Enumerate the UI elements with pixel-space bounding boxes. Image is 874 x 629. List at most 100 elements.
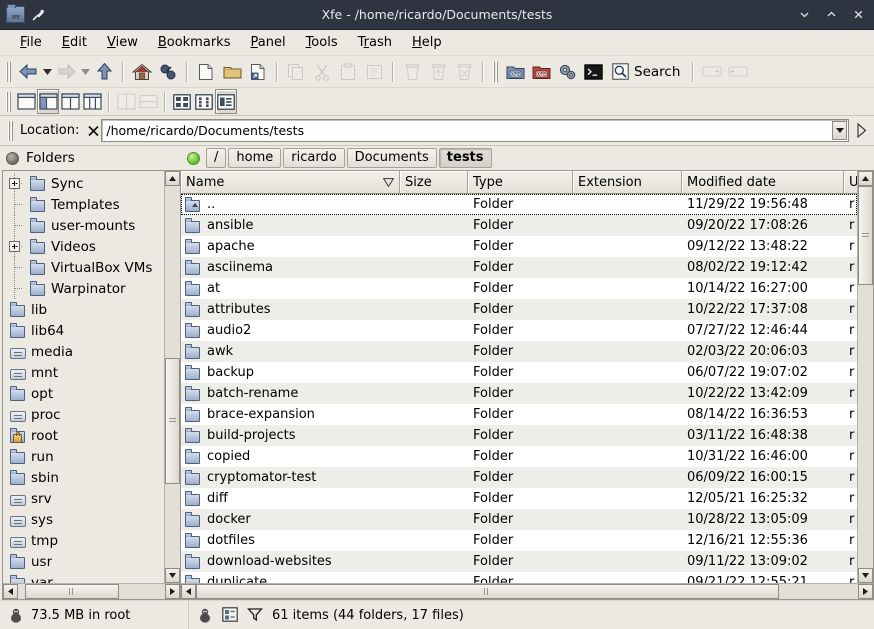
- new-window-button[interactable]: XFE: [502, 59, 528, 84]
- table-row[interactable]: .. Folder 11/29/22 19:56:48 r: [181, 194, 857, 215]
- table-row[interactable]: attributes Folder 10/22/22 17:37:08 r: [181, 299, 857, 320]
- delete-to-trash-button[interactable]: [399, 59, 425, 84]
- small-icons-view-button[interactable]: [193, 89, 215, 114]
- restore-from-trash-button[interactable]: [425, 59, 451, 84]
- list-scroll-thumb[interactable]: [858, 186, 873, 286]
- forward-history-button[interactable]: [79, 59, 91, 84]
- table-row[interactable]: dotfiles Folder 12/16/21 12:55:36 r: [181, 530, 857, 551]
- panel-toolbar-grip[interactable]: [5, 91, 12, 112]
- tree-item-run[interactable]: run: [3, 446, 164, 467]
- tree-hscroll-right-button[interactable]: [165, 584, 180, 599]
- table-row[interactable]: at Folder 10/14/22 16:27:00 r: [181, 278, 857, 299]
- tree-item-srv[interactable]: srv: [3, 488, 164, 509]
- tree-item-root[interactable]: root: [3, 425, 164, 446]
- tree-hscroll-thumb[interactable]: [25, 584, 120, 599]
- tree-item-media[interactable]: media: [3, 341, 164, 362]
- table-row[interactable]: cryptomator-test Folder 06/09/22 16:00:15 r: [181, 467, 857, 488]
- menu-file[interactable]: File: [10, 32, 52, 53]
- table-row[interactable]: apache Folder 09/12/22 13:48:22 r: [181, 236, 857, 257]
- tree-item-sbin[interactable]: sbin: [3, 467, 164, 488]
- mount-button[interactable]: [699, 59, 725, 84]
- tree-and-two-panels-button[interactable]: [81, 89, 103, 114]
- location-input[interactable]: [102, 122, 832, 139]
- list-scroll-down-button[interactable]: [858, 568, 873, 583]
- tree-item-mnt[interactable]: mnt: [3, 362, 164, 383]
- tree-scroll-up-button[interactable]: [165, 171, 180, 186]
- expand-plus-icon[interactable]: [9, 178, 20, 189]
- new-folder-button[interactable]: [219, 59, 245, 84]
- clear-x-icon[interactable]: [85, 121, 101, 141]
- file-list-hscrollbar[interactable]: [181, 583, 873, 599]
- table-row[interactable]: awk Folder 02/03/22 20:06:03 r: [181, 341, 857, 362]
- menu-view[interactable]: View: [97, 32, 148, 53]
- table-row[interactable]: asciinema Folder 08/02/22 19:12:42 r: [181, 257, 857, 278]
- table-row[interactable]: docker Folder 10/28/22 13:05:09 r: [181, 509, 857, 530]
- pin-icon[interactable]: [31, 7, 45, 22]
- breadcrumb-item-ricardo[interactable]: ricardo: [283, 148, 345, 168]
- table-row[interactable]: brace-expansion Folder 08/14/22 16:36:53 r: [181, 404, 857, 425]
- preferences-button[interactable]: [554, 59, 580, 84]
- list-hscroll-right-button[interactable]: [858, 584, 873, 599]
- menu-trash[interactable]: Trash: [348, 32, 402, 53]
- up-button[interactable]: [91, 59, 117, 84]
- breadcrumb-item-documents[interactable]: Documents: [346, 148, 437, 168]
- toolbar-grip[interactable]: [5, 61, 12, 82]
- table-row[interactable]: build-projects Folder 03/11/22 16:48:38 r: [181, 425, 857, 446]
- column-header-size[interactable]: Size: [400, 171, 468, 193]
- tree-item-opt[interactable]: opt: [3, 383, 164, 404]
- location-bar-grip[interactable]: [7, 120, 14, 141]
- tree-scroll-down-button[interactable]: [165, 568, 180, 583]
- table-row[interactable]: duplicate Folder 09/21/22 12:55:21 r: [181, 572, 857, 583]
- breadcrumb-item-home[interactable]: home: [228, 148, 282, 168]
- delete-permanently-button[interactable]: [451, 59, 477, 84]
- menu-bookmarks[interactable]: Bookmarks: [148, 32, 241, 53]
- tree-hscroll-trough[interactable]: [18, 584, 165, 599]
- refresh-button[interactable]: [155, 59, 181, 84]
- big-icons-view-button[interactable]: [171, 89, 193, 114]
- terminal-button[interactable]: [580, 59, 606, 84]
- tree-item-proc[interactable]: proc: [3, 404, 164, 425]
- list-scroll-trough[interactable]: [858, 186, 873, 568]
- expand-plus-icon[interactable]: [9, 241, 20, 252]
- minimize-button[interactable]: [798, 8, 811, 21]
- back-history-button[interactable]: [41, 59, 53, 84]
- close-button[interactable]: [852, 8, 865, 21]
- breadcrumb-item-tests[interactable]: tests: [438, 148, 492, 168]
- list-hscroll-trough[interactable]: [196, 584, 858, 599]
- search-button[interactable]: Search: [606, 59, 687, 84]
- tree-item-lib[interactable]: lib: [3, 299, 164, 320]
- two-panels-button[interactable]: [59, 89, 81, 114]
- table-row[interactable]: backup Folder 06/07/22 19:07:02 r: [181, 362, 857, 383]
- folder-tree-vscrollbar[interactable]: [164, 171, 180, 583]
- horizontal-split-button[interactable]: [137, 89, 159, 114]
- list-scroll-up-button[interactable]: [858, 171, 873, 186]
- table-row[interactable]: download-websites Folder 09/11/22 13:09:02…: [181, 551, 857, 572]
- table-row[interactable]: ansible Folder 09/20/22 17:08:26 r: [181, 215, 857, 236]
- folder-tree-hscrollbar[interactable]: [3, 583, 180, 599]
- breadcrumb-item-root[interactable]: /: [206, 148, 227, 168]
- rename-button[interactable]: [361, 59, 387, 84]
- tree-item-lib64[interactable]: lib64: [3, 320, 164, 341]
- new-root-window-button[interactable]: XFE: [528, 59, 554, 84]
- menu-edit[interactable]: Edit: [52, 32, 97, 53]
- tree-item-videos[interactable]: Videos: [3, 236, 164, 257]
- table-row[interactable]: audio2 Folder 07/27/22 12:46:44 r: [181, 320, 857, 341]
- menu-help[interactable]: Help: [402, 32, 452, 53]
- tree-item-warpinator[interactable]: Warpinator: [3, 278, 164, 299]
- location-dropdown-button[interactable]: [832, 121, 847, 140]
- tree-item-user-mounts[interactable]: user-mounts: [3, 215, 164, 236]
- home-button[interactable]: [129, 59, 155, 84]
- tree-item-usr[interactable]: usr: [3, 551, 164, 572]
- tree-scroll-trough[interactable]: [165, 186, 180, 568]
- copy-button[interactable]: [283, 59, 309, 84]
- vertical-split-button[interactable]: [115, 89, 137, 114]
- paste-button[interactable]: [335, 59, 361, 84]
- new-file-button[interactable]: [193, 59, 219, 84]
- tree-item-var[interactable]: var: [3, 572, 164, 583]
- table-row[interactable]: copied Folder 10/31/22 16:46:00 r: [181, 446, 857, 467]
- table-row[interactable]: diff Folder 12/05/21 16:25:32 r: [181, 488, 857, 509]
- menu-tools[interactable]: Tools: [296, 32, 348, 53]
- tree-item-sync[interactable]: Sync: [3, 173, 164, 194]
- file-list-vscrollbar[interactable]: [857, 171, 873, 583]
- back-button[interactable]: [15, 59, 41, 84]
